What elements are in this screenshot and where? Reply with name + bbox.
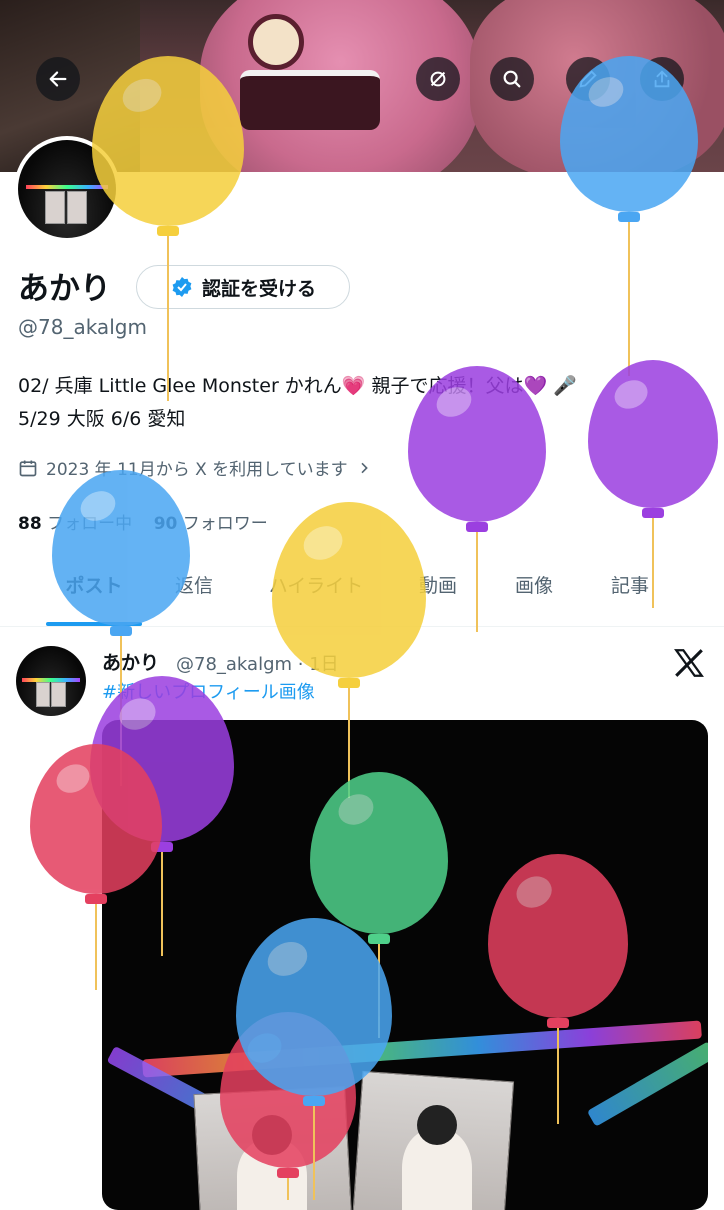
post-handle-time: @78_akalgm · 1日 (176, 654, 339, 675)
get-verified-button[interactable]: 認証を受ける (136, 265, 350, 309)
follow-counts: 88 フォロー中 90 フォロワー (18, 509, 268, 534)
profile-banner[interactable] (0, 0, 724, 172)
tab-articles-label: 記事 (610, 575, 649, 597)
grok-icon (430, 71, 446, 87)
chevron-right-icon (361, 462, 368, 473)
tab-highlights-label: ハイライト (268, 575, 364, 597)
following-label: フォロー中 (47, 514, 133, 534)
post-hashtag[interactable]: #新しいプロフィール画像 (102, 678, 315, 704)
arrow-left-icon (49, 71, 67, 87)
tab-replies[interactable]: 返信 (164, 562, 224, 626)
profile-avatar[interactable] (14, 136, 120, 242)
tab-posts-label: ポスト (65, 575, 123, 597)
followers-label: フォロワー (182, 514, 268, 534)
post-image[interactable] (102, 720, 708, 1210)
following-link[interactable]: 88 フォロー中 (18, 514, 132, 534)
bio-line-2: 5/29 大阪 6/6 愛知 (18, 408, 186, 430)
post-author[interactable]: あかり (102, 648, 159, 675)
share-icon (654, 70, 670, 88)
edit-button[interactable] (566, 57, 610, 101)
tab-media[interactable]: 画像 (504, 562, 564, 626)
tab-videos-label: 動画 (418, 575, 457, 597)
tab-replies-label: 返信 (174, 575, 213, 597)
joined-date[interactable]: 2023 年 11月から X を利用しています (18, 455, 372, 480)
tab-articles[interactable]: 記事 (600, 562, 660, 626)
verified-badge-icon (172, 277, 192, 297)
search-button[interactable] (490, 57, 534, 101)
tab-videos[interactable]: 動画 (408, 562, 468, 626)
get-verified-label: 認証を受ける (201, 277, 316, 300)
followers-link[interactable]: 90 フォロワー (154, 514, 268, 534)
calendar-icon (19, 460, 37, 476)
post-avatar[interactable] (16, 646, 86, 716)
profile-name: あかり (18, 271, 111, 307)
back-button[interactable] (36, 57, 80, 101)
tab-highlights[interactable]: ハイライト (256, 562, 376, 626)
pencil-icon (579, 70, 597, 88)
followers-count: 90 (153, 514, 178, 534)
profile-handle: @78_akalgm (18, 315, 147, 339)
share-button[interactable] (640, 57, 684, 101)
tab-posts[interactable]: ポスト (46, 562, 142, 626)
tab-media-label: 画像 (514, 575, 553, 597)
following-count: 88 (18, 514, 42, 534)
profile-tabs: ポスト 返信 ハイライト 動画 画像 記事 (0, 562, 724, 627)
x-logo-icon (672, 646, 706, 680)
profile-bio: 02/ 兵庫 Little Glee Monster かれん💗 親子で応援！父は… (18, 370, 708, 436)
grok-button[interactable] (416, 57, 460, 101)
joined-label: 2023 年 11月から X を利用しています (46, 460, 348, 480)
search-icon (503, 70, 521, 88)
bio-line-1: 02/ 兵庫 Little Glee Monster かれん💗 親子で応援！父は… (18, 375, 577, 397)
